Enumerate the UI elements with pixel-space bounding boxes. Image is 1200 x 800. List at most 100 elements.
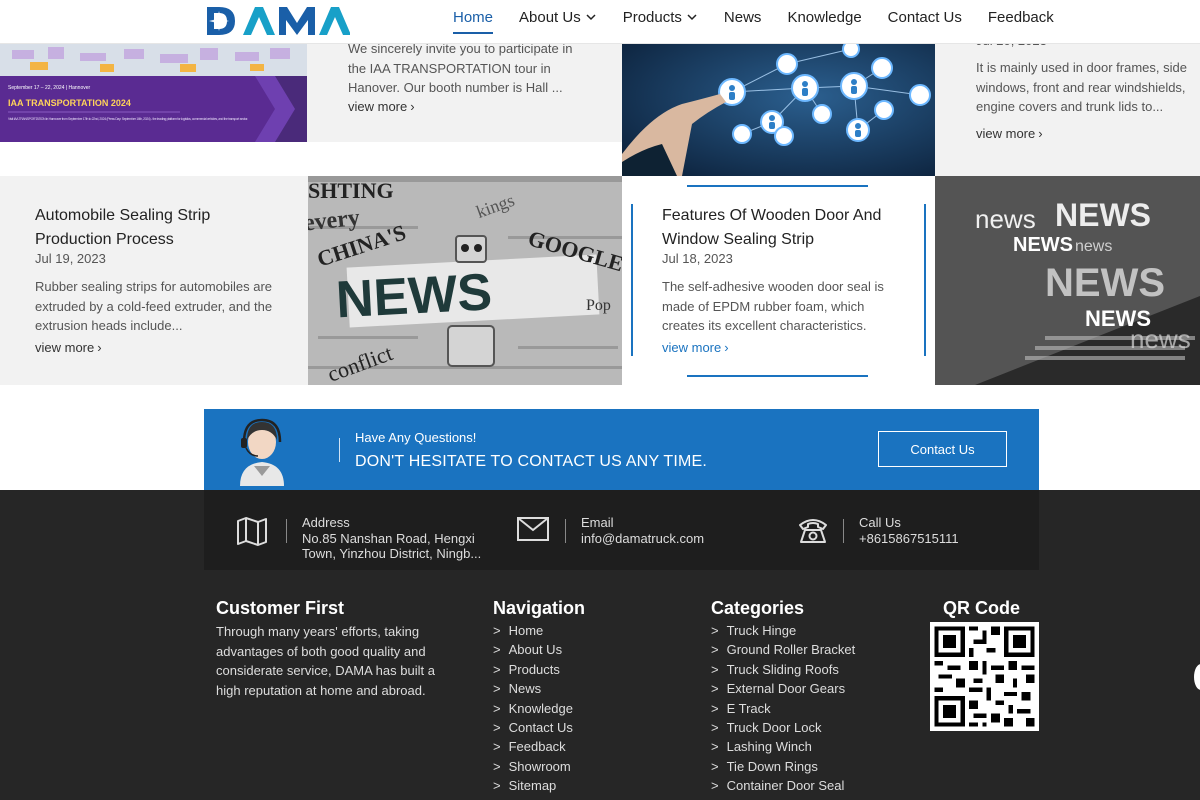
wooden-card[interactable]: Features Of Wooden Door And Window Seali… [622,176,935,385]
news-row-top: September 17 – 22, 2024 | Hannover IAA T… [0,33,1200,176]
nav-contact-us[interactable]: Contact Us [888,0,962,34]
footer-category-link[interactable]: > Truck Sliding Roofs [711,660,855,679]
phone-value[interactable]: +8615867515111 [859,531,959,546]
view-more-label: view more [662,340,722,355]
footer-qr-title: QR Code [943,598,1021,618]
footer-nav-link[interactable]: > Knowledge [493,699,573,718]
nav-products[interactable]: Products [623,0,698,34]
network-people-image[interactable] [622,44,935,176]
dama-logo[interactable] [205,3,350,35]
wooden-card-title[interactable]: Features Of Wooden Door And Window Seali… [662,204,902,252]
view-more-label: view more [976,126,1036,141]
card-accent-right [924,204,926,356]
footer-about-title: Customer First [216,598,345,618]
contact-divider [565,519,566,543]
site-header: Home About Us Products News Knowledge Co… [0,0,1200,44]
chevron-right-icon: › [1038,126,1043,141]
footer-category-link[interactable]: > E Track [711,699,855,718]
word-shting: SHTING [308,178,394,203]
email-label: Email [581,515,614,530]
footer-category-link[interactable]: > Truck Hinge [711,621,855,640]
laptop-word-4: news [1075,238,1112,255]
wooden-card-date: Jul 18, 2023 [662,251,733,266]
word-news-headline: NEWS [335,263,494,329]
main-nav: Home About Us Products News Knowledge Co… [440,0,1067,34]
iaa-view-more-link[interactable]: view more › [348,99,415,114]
wooden-card-excerpt: The self-adhesive wooden door seal is ma… [662,279,884,333]
footer-nav-link[interactable]: > Feedback [493,737,573,756]
chevron-right-icon: › [410,99,415,114]
banner-headline: DON'T HESITATE TO CONTACT US ANY TIME. [355,453,708,470]
contact-divider [286,519,287,543]
banner-question: Have Any Questions! [355,430,477,445]
footer-nav-link[interactable]: > Products [493,660,573,679]
card-accent-left [631,204,633,356]
iaa-excerpt: We sincerely invite you to participate i… [348,41,573,95]
sealing-view-more-link[interactable]: view more › [35,340,102,355]
word-pop: Pop [586,297,611,314]
banner-divider [339,438,340,462]
nav-label: Products [622,8,682,26]
footer-nav-link[interactable]: > About Us [493,640,573,659]
nav-feedback[interactable]: Feedback [988,0,1054,34]
footer-link-label: Ground Roller Bracket [726,642,856,658]
contact-divider [843,519,844,543]
footer-category-link[interactable]: > Ground Roller Bracket [711,640,855,659]
footer-nav-list: > Home > About Us > Products > News > Knowled… [493,621,573,796]
footer-link-label: Knowledge [508,700,573,716]
iaa-card-text: We sincerely invite you to participate i… [307,41,622,142]
newspaper-news-image[interactable]: SHTING every CHINA'S kings GOOGLE NEWS c… [308,176,622,385]
phone-label: Call Us [859,515,901,530]
footer-link-label: Home [508,623,544,638]
iaa-date-line: September 17 – 22, 2024 | Hannover [8,85,91,91]
phone-icon [799,519,827,543]
footer-categories-list: > Truck Hinge > Ground Roller Bracket > Tru… [711,621,855,796]
nav-home[interactable]: Home [453,0,494,34]
iaa-banner-title: IAA TRANSPORTATION 2024 [8,98,131,108]
nav-label: Knowledge [787,8,862,26]
nav-label: Feedback [987,8,1054,26]
footer-category-link[interactable]: > Container Door Seal [711,776,855,795]
footer-category-link[interactable]: > Truck Door Lock [711,718,855,737]
footer-link-label: External Door Gears [726,681,846,697]
footer-link-label: E Track [726,700,771,716]
email-value[interactable]: info@damatruck.com [581,531,704,546]
footer-link-label: Container Door Seal [726,778,845,794]
nav-about-us[interactable]: About Us [519,0,597,34]
banner-contact-button[interactable]: Contact Us [878,431,1007,467]
iaa-transportation-image[interactable]: September 17 – 22, 2024 | Hannover IAA T… [0,44,307,142]
sealing-card-title[interactable]: Automobile Sealing Strip Production Proc… [35,204,265,252]
footer-nav-title: Navigation [493,598,586,618]
footer-link-label: Truck Sliding Roofs [726,661,839,677]
footer-link-label: Contact Us [508,719,573,735]
card-accent-top [687,185,868,187]
page: September 17 – 22, 2024 | Hannover IAA T… [0,0,1200,800]
footer-category-link[interactable]: > External Door Gears [711,679,855,698]
footer-about-text: Through many years' efforts, taking adva… [216,624,435,698]
right-card-view-more-link[interactable]: view more › [976,126,1043,141]
footer-link-label: About Us [508,642,563,658]
address-label: Address [302,515,350,530]
footer-link-label: Showroom [508,758,571,774]
nav-label: News [723,8,762,26]
footer-nav-link[interactable]: > Home [493,621,573,640]
news-row-bottom: Automobile Sealing Strip Production Proc… [0,176,1200,385]
footer-category-link[interactable]: > Tie Down Rings [711,757,855,776]
footer-nav-link[interactable]: > Showroom [493,757,573,776]
footer-nav-link[interactable]: > Contact Us [493,718,573,737]
chevron-right-icon: › [97,340,102,355]
wooden-view-more-link[interactable]: view more › [662,340,729,355]
nav-news[interactable]: News [724,0,762,34]
sealing-card[interactable]: Automobile Sealing Strip Production Proc… [0,176,308,385]
laptop-news-image[interactable]: news NEWS NEWS news NEWS NEWS news [935,176,1200,385]
footer-nav-link[interactable]: > Sitemap [493,776,573,795]
nav-knowledge[interactable]: Knowledge [787,0,861,34]
footer-category-link[interactable]: > Lashing Winch [711,737,855,756]
footer-nav-link[interactable]: > News [493,679,573,698]
nav-label: Contact Us [887,8,962,26]
footer-link-label: Truck Hinge [726,623,797,638]
chevron-down-icon [586,14,596,21]
right-card-text: Jul 20, 2023 It is mainly used in door f… [935,33,1200,176]
sealing-card-excerpt: Rubber sealing strips for automobiles ar… [35,279,273,333]
map-icon [237,517,267,546]
